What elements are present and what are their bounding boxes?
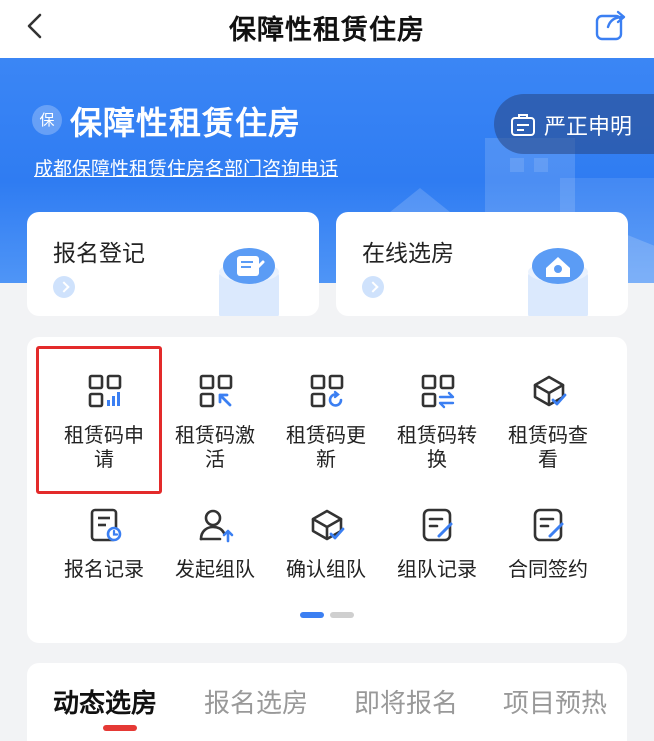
page-dot-active[interactable]: [300, 612, 324, 618]
grid-label: 租赁码转换: [397, 423, 477, 471]
grid-item-lease-code-apply[interactable]: 租赁码申请: [49, 373, 159, 503]
grid-item-start-team[interactable]: 发起组队: [160, 507, 270, 637]
grid-label: 租赁码更新: [286, 423, 366, 471]
page-dot[interactable]: [330, 612, 354, 618]
declaration-button[interactable]: 严正申明: [494, 94, 654, 154]
team-record-icon: [422, 508, 453, 542]
top-navbar: 保障性租赁住房: [0, 0, 654, 58]
banner-title: 保障性租赁住房: [70, 104, 302, 142]
grid-item-lease-code-activate[interactable]: 租赁码激活: [160, 373, 270, 503]
grid-label: 租赁码申请: [64, 423, 144, 471]
grid-label: 报名记录: [64, 557, 144, 581]
house-tabs: 动态选房 报名选房 即将报名 项目预热: [27, 663, 627, 741]
tab-upcoming-register[interactable]: 即将报名: [354, 683, 458, 720]
arrow-right-icon: [362, 276, 384, 298]
house-select-icon: [528, 248, 588, 316]
page-title: 保障性租赁住房: [229, 15, 425, 46]
grid-item-confirm-team[interactable]: 确认组队: [271, 507, 381, 637]
view-box-icon: [533, 375, 567, 407]
record-list-icon: [90, 508, 122, 542]
brand-logo-icon: 保: [32, 105, 62, 135]
registration-card-title: 报名登记: [53, 241, 145, 267]
grid-label: 发起组队: [175, 557, 255, 581]
confirm-team-icon: [311, 509, 345, 541]
grid-item-lease-code-transfer[interactable]: 租赁码转换: [382, 373, 492, 503]
grid-label: 租赁码查看: [508, 423, 588, 471]
grid-item-registration-record[interactable]: 报名记录: [49, 507, 159, 637]
registration-doc-icon: [219, 248, 279, 316]
registration-card[interactable]: 报名登记: [27, 212, 319, 316]
consult-phone-link[interactable]: 成都保障性租赁住房各部门咨询电话: [34, 154, 338, 181]
grid-label: 租赁码激活: [175, 423, 255, 471]
qr-code-activate-icon: [199, 374, 233, 408]
qr-code-refresh-icon: [310, 374, 344, 408]
grid-item-contract-sign[interactable]: 合同签约: [493, 507, 603, 637]
qr-code-chart-icon: [88, 374, 122, 408]
declaration-label: 严正申明: [544, 115, 633, 140]
arrow-right-icon: [53, 276, 75, 298]
tab-dynamic-select[interactable]: 动态选房: [53, 683, 157, 720]
share-icon[interactable]: [594, 8, 628, 42]
team-up-icon: [199, 509, 234, 543]
tab-project-preheat[interactable]: 项目预热: [503, 683, 607, 720]
online-house-select-card[interactable]: 在线选房: [336, 212, 628, 316]
active-tab-indicator: [103, 725, 137, 731]
house-select-card-title: 在线选房: [362, 241, 454, 267]
contract-sign-icon: [533, 508, 564, 542]
tab-register-select[interactable]: 报名选房: [204, 683, 308, 720]
grid-item-lease-code-view[interactable]: 租赁码查看: [493, 373, 603, 503]
qr-code-transfer-icon: [421, 374, 455, 409]
grid-item-team-record[interactable]: 组队记录: [382, 507, 492, 637]
service-grid: 租赁码申请 租赁码激活 租赁码更新 租赁码转换 租赁码查看 报名记录 发起组队 …: [27, 337, 627, 643]
grid-label: 合同签约: [508, 557, 588, 581]
grid-label: 确认组队: [286, 557, 366, 581]
grid-label: 组队记录: [397, 557, 477, 581]
notice-card-icon: [511, 114, 535, 136]
grid-item-lease-code-update[interactable]: 租赁码更新: [271, 373, 381, 503]
